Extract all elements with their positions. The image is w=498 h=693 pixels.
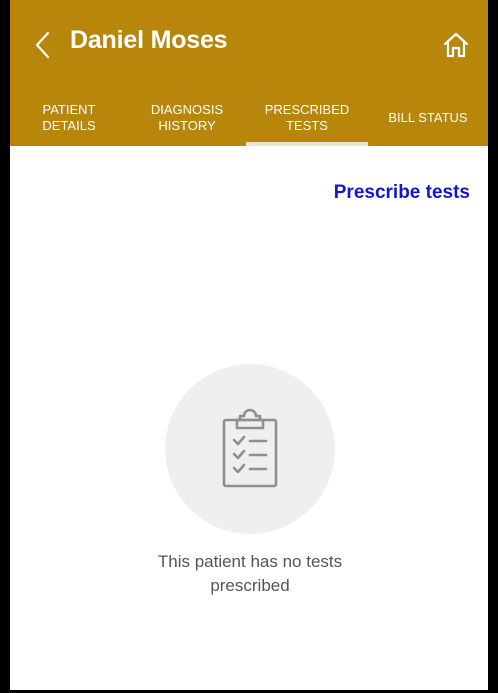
tab-label: PRESCRIBED TESTS [264, 102, 350, 133]
app-header: Daniel Moses PATIENT DETAILS DIAGNOSIS H… [10, 0, 488, 146]
active-tab-indicator [246, 142, 368, 146]
tab-diagnosis-history[interactable]: DIAGNOSIS HISTORY [128, 90, 246, 146]
back-button[interactable] [28, 22, 58, 68]
chevron-left-icon [35, 31, 50, 59]
home-icon [443, 32, 469, 58]
empty-state-message: This patient has no tests prescribed [157, 552, 343, 595]
tab-bar: PATIENT DETAILS DIAGNOSIS HISTORY PRESCR… [10, 90, 488, 146]
tab-label: DIAGNOSIS HISTORY [150, 102, 224, 133]
tab-label: PATIENT DETAILS [42, 102, 96, 133]
home-button[interactable] [440, 28, 472, 62]
tab-label: BILL STATUS [388, 110, 468, 125]
patient-name-title: Daniel Moses [70, 26, 228, 54]
prescribe-tests-link[interactable]: Prescribe tests [334, 182, 470, 204]
tab-patient-details[interactable]: PATIENT DETAILS [10, 90, 128, 146]
app-screen: Daniel Moses PATIENT DETAILS DIAGNOSIS H… [10, 0, 488, 690]
clipboard-checklist-icon [222, 408, 278, 488]
tab-prescribed-tests[interactable]: PRESCRIBED TESTS [246, 90, 368, 146]
tab-bill-status[interactable]: BILL STATUS [368, 90, 488, 146]
empty-state-illustration [165, 364, 335, 534]
